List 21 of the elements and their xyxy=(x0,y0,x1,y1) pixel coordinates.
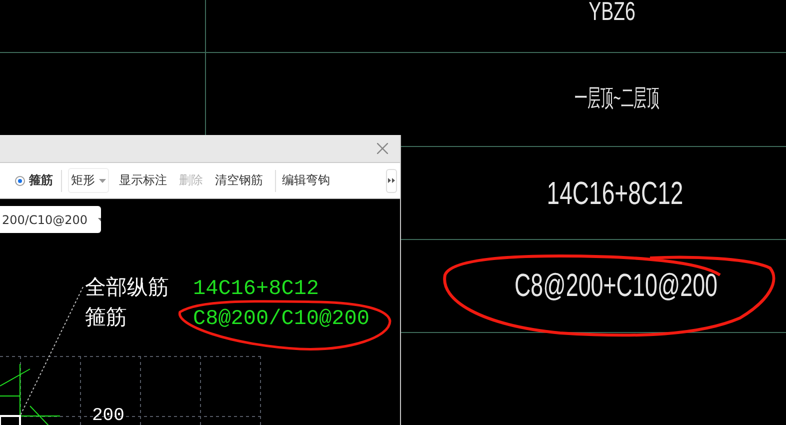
table-cell: 14C16+8C12 xyxy=(546,176,684,212)
combo-box[interactable]: 200/C10@200 xyxy=(0,206,101,233)
label-name: 全部纵筋 xyxy=(85,277,169,298)
toolbar-button[interactable]: 编辑弯钩 xyxy=(282,169,330,192)
table-cell: 一层顶~二层顶 xyxy=(574,86,660,112)
label-value: C8@200/C10@200 xyxy=(193,309,370,330)
double-arrow-icon xyxy=(388,178,395,183)
caret-icon xyxy=(99,178,106,182)
table-cell: YBZ6 xyxy=(588,0,636,26)
label-name: 箍筋 xyxy=(85,307,127,328)
caret-icon xyxy=(98,218,101,222)
toolbar-button[interactable]: 清空钢筋 xyxy=(215,169,263,192)
radio-button[interactable]: 箍筋 xyxy=(15,172,61,189)
shape-dropdown[interactable]: 矩形 xyxy=(68,168,109,193)
rebar-mark-drawing xyxy=(0,364,60,425)
label-value: 14C16+8C12 xyxy=(193,279,320,300)
table-cell: C8@200+C10@200 xyxy=(514,268,718,304)
dimension-text: 200 xyxy=(92,407,124,425)
toolbar-button[interactable]: 显示标注 xyxy=(119,169,167,192)
close-icon[interactable] xyxy=(377,143,388,154)
more-button[interactable] xyxy=(386,168,397,192)
